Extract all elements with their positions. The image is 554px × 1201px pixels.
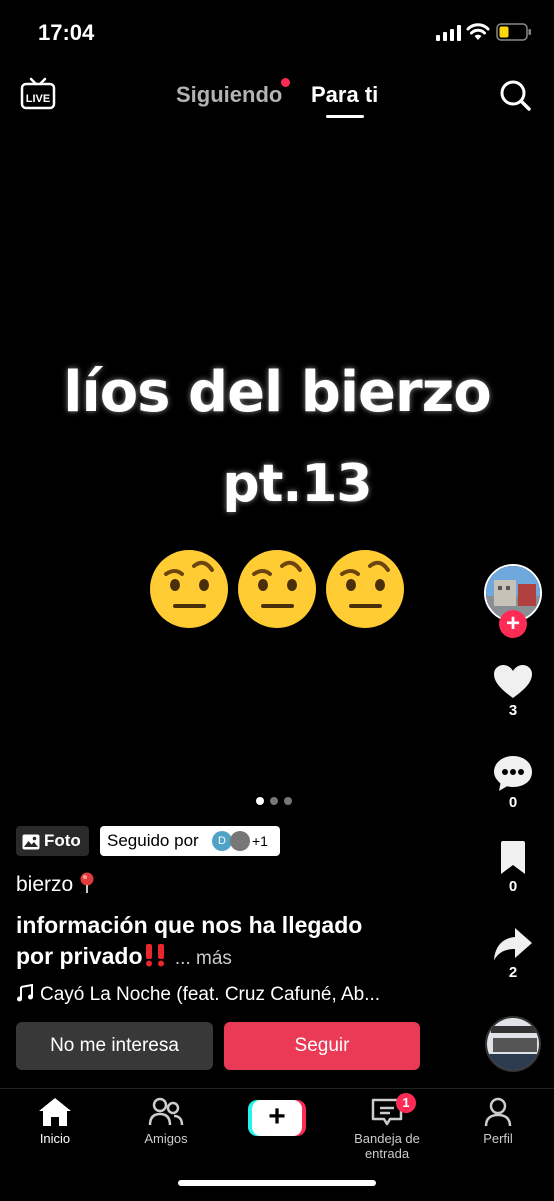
photo-carousel-indicator[interactable] [256, 792, 298, 810]
tab-following[interactable]: Siguiendo [176, 82, 282, 108]
mutual-avatar [230, 831, 250, 851]
mutual-avatar: D [212, 831, 232, 851]
tab-home-label: Inicio [39, 1131, 71, 1146]
share-count: 2 [508, 964, 518, 981]
raised-eyebrow-emoji-icon [326, 550, 404, 628]
tab-friends[interactable]: Amigos [111, 1097, 221, 1146]
followed-by-chip[interactable]: Seguido por D +1 [100, 826, 280, 856]
share-arrow-icon [494, 928, 532, 960]
comment-button[interactable]: 0 [480, 754, 546, 811]
image-icon [22, 834, 40, 850]
carousel-dot [270, 797, 278, 805]
follow-button[interactable]: Seguir [224, 1022, 420, 1070]
share-button[interactable]: 2 [480, 926, 546, 981]
active-tab-indicator [326, 115, 364, 118]
live-tv-icon[interactable]: LIVE [20, 76, 56, 112]
heart-icon [494, 665, 532, 698]
save-button[interactable]: 0 [480, 840, 546, 895]
tab-inbox[interactable]: Bandeja de entrada [332, 1097, 442, 1161]
photo-mode-chip: Foto [16, 826, 89, 856]
tab-profile-label: Perfil [483, 1131, 513, 1146]
post-image-text-title: líos del bierzo [63, 360, 491, 425]
username[interactable]: bierzo [16, 872, 95, 897]
tab-inbox-label: Bandeja de entrada [354, 1131, 420, 1161]
comment-bubble-icon [494, 756, 532, 791]
plus-icon: + [252, 1100, 302, 1136]
music-track-title: Cayó La Noche (feat. Cruz Cafuné, Ab... [40, 984, 381, 1005]
music-track[interactable]: Cayó La Noche (feat. Cruz Cafuné, Ab... [16, 984, 416, 1006]
comment-count: 0 [508, 794, 518, 811]
photo-mode-label: Foto [44, 831, 81, 850]
not-interested-button[interactable]: No me interesa [16, 1022, 213, 1070]
location-pin-icon [80, 872, 94, 893]
search-icon[interactable] [498, 78, 532, 112]
like-button[interactable]: 3 [480, 664, 546, 719]
post-image-text-part: pt.13 [222, 454, 372, 514]
clock: 17:04 [38, 20, 95, 45]
music-disc-icon[interactable] [485, 1016, 541, 1072]
carousel-dot [284, 797, 292, 805]
home-icon [39, 1098, 71, 1126]
raised-eyebrow-emoji-icon [150, 550, 228, 628]
create-post-button[interactable]: + [248, 1100, 306, 1136]
followed-by-label: Seguido por [107, 831, 199, 850]
tab-friends-label: Amigos [144, 1131, 188, 1146]
tab-for-you[interactable]: Para ti [311, 82, 378, 108]
top-nav: LIVE Siguiendo Para ti [0, 70, 554, 126]
cellular-signal-icon [436, 25, 461, 41]
bookmark-icon [501, 841, 525, 874]
follow-creator-plus-button[interactable]: + [499, 610, 527, 638]
status-bar: 17:04 [0, 0, 554, 66]
following-notification-dot [281, 78, 290, 87]
save-count: 0 [508, 878, 518, 895]
post-caption[interactable]: información que nos ha llegado por priva… [16, 910, 436, 974]
username-text: bierzo [16, 873, 74, 896]
caption-line: información que nos ha llegado [16, 912, 363, 938]
carousel-dot-active [256, 797, 264, 805]
music-note-icon [17, 984, 33, 1002]
inbox-notification-badge: 1 [396, 1093, 416, 1113]
tab-home[interactable]: Inicio [0, 1097, 110, 1146]
tab-profile[interactable]: Perfil [443, 1097, 553, 1146]
double-exclamation-icon [145, 944, 164, 967]
raised-eyebrow-emoji-icon [238, 550, 316, 628]
friends-icon [148, 1097, 184, 1126]
creator-avatar-group: + [480, 564, 546, 640]
like-count: 3 [508, 702, 518, 719]
mutual-more-count: +1 [252, 833, 268, 849]
battery-icon [496, 23, 531, 41]
wifi-icon [466, 23, 490, 40]
see-more-link[interactable]: ... más [175, 948, 232, 969]
home-indicator [178, 1180, 376, 1186]
profile-icon [484, 1097, 512, 1127]
live-label: LIVE [26, 93, 50, 105]
caption-line: por privado [16, 943, 143, 969]
